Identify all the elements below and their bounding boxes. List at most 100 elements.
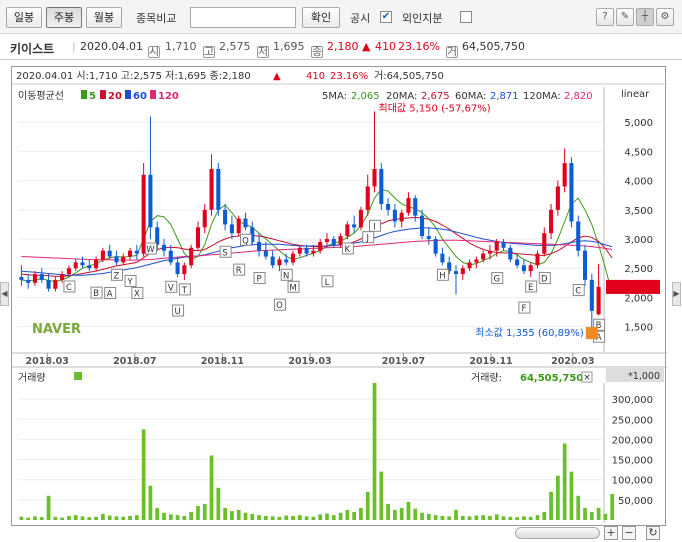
min-value-label: 최소값 1,355 (60,89%)	[475, 327, 584, 339]
volume-bar	[134, 515, 139, 520]
candle-body	[114, 256, 119, 263]
volume-tick-label: 250,000	[612, 415, 653, 426]
candle-body	[73, 262, 78, 269]
candle-body	[453, 271, 459, 275]
event-marker-label: M	[289, 283, 296, 293]
volume-bar	[101, 513, 105, 520]
candle-body	[141, 174, 146, 254]
candle-body	[331, 239, 336, 245]
volume-bar	[535, 515, 540, 520]
candle-body	[569, 163, 574, 222]
chart-header-change: 410	[306, 71, 325, 82]
high-price: 2,575	[219, 40, 251, 53]
volume-bar	[304, 516, 309, 520]
candle-body	[589, 279, 594, 311]
ma60-swatch	[125, 90, 131, 99]
candle-body	[182, 265, 187, 275]
event-marker-label: B	[93, 289, 99, 299]
volume-bar	[555, 475, 560, 520]
volume-bar	[379, 471, 384, 520]
volume-tick-label: 200,000	[612, 435, 653, 446]
candle-body	[549, 209, 554, 234]
volume-bar	[121, 516, 126, 520]
candle-body	[277, 259, 282, 266]
disclosure-checkbox[interactable]: ✔	[380, 11, 392, 23]
price-tick-label: 4,500	[624, 147, 653, 158]
event-marker-label: O	[276, 301, 283, 311]
confirm-button[interactable]: 확인	[302, 7, 340, 28]
settings-tool-icon[interactable]: ⚙	[656, 8, 674, 26]
volume-bar	[488, 515, 492, 520]
ma120-legend-label: 120	[158, 91, 179, 102]
candle-body	[94, 259, 99, 269]
event-marker-label: I	[373, 222, 376, 232]
right-collapse-tab[interactable]: ▶	[672, 282, 681, 306]
last-price-tag	[606, 279, 660, 294]
candle-body	[508, 247, 513, 260]
chart-panel[interactable]: 2020.04.01 시:1,710 고:2,575 저:1,695 종:2,1…	[11, 66, 667, 526]
candle-body	[168, 250, 173, 263]
ma20-value-label: 20MA:	[386, 91, 417, 102]
volume-bar	[542, 511, 547, 520]
event-marker-label: H	[439, 271, 445, 281]
volume-bar	[447, 516, 452, 520]
candle-body	[189, 247, 194, 266]
volume-bar	[474, 515, 479, 520]
crosshair-tool-icon[interactable]: ┼	[636, 8, 654, 26]
volume-bar	[26, 517, 31, 520]
candle-body	[39, 274, 44, 280]
candle-body	[399, 212, 404, 222]
week-candle-button[interactable]: 주봉	[46, 7, 82, 28]
ma120-value: 2,820	[564, 91, 593, 102]
volume-bar	[501, 516, 506, 520]
volume-bar	[596, 507, 601, 520]
candle-body	[229, 224, 234, 234]
candle-body	[311, 250, 316, 254]
naver-watermark: NAVER	[32, 322, 81, 337]
refresh-icon[interactable]: ↻	[646, 526, 660, 540]
volume-bar	[440, 515, 445, 520]
volume-close-glyph: ×	[583, 373, 591, 383]
event-marker-label: C	[575, 287, 581, 297]
candle-body	[87, 265, 92, 269]
volume-bar	[94, 516, 98, 520]
candle-body	[202, 209, 207, 228]
candle-body	[365, 186, 370, 210]
day-candle-button[interactable]: 일봉	[6, 7, 42, 28]
pencil-tool-icon[interactable]: ✎	[616, 8, 634, 26]
max-value-label: 최대값 5,150 (-57,67%)	[379, 102, 491, 114]
candle-body	[392, 209, 397, 222]
time-scrollbar[interactable]	[515, 527, 600, 539]
volume-bar	[359, 507, 363, 520]
volume-bar	[250, 513, 255, 520]
volume-bar	[603, 513, 608, 520]
volume-bar	[87, 517, 92, 520]
candle-body	[26, 279, 31, 283]
candle-body	[562, 163, 567, 187]
candle-body	[467, 262, 472, 269]
volume-bar	[583, 507, 587, 520]
volume-bar	[196, 505, 200, 520]
ma20-swatch	[100, 90, 106, 99]
candle-body	[433, 239, 438, 254]
candle-body	[66, 268, 71, 275]
volume-bar	[467, 516, 472, 520]
foreign-checkbox[interactable]	[460, 11, 472, 23]
compare-input[interactable]	[190, 7, 296, 28]
month-candle-button[interactable]: 월봉	[86, 7, 122, 28]
magnifier-tool-icon[interactable]: ?	[596, 8, 614, 26]
volume-bar	[19, 516, 24, 520]
ma60-value-label: 60MA:	[455, 91, 486, 102]
candle-body	[372, 168, 377, 187]
zoom-out-button[interactable]: −	[622, 526, 636, 540]
volume-bar	[175, 515, 180, 520]
volume-bar	[386, 503, 390, 520]
volume-bar	[39, 517, 44, 520]
ma5-line	[21, 188, 613, 294]
left-collapse-tab[interactable]: ◀	[0, 282, 9, 306]
zoom-in-button[interactable]: +	[604, 526, 618, 540]
candle-body	[481, 253, 486, 260]
candle-body	[257, 241, 262, 251]
volume-bar	[426, 513, 431, 520]
min-marker	[585, 327, 598, 340]
